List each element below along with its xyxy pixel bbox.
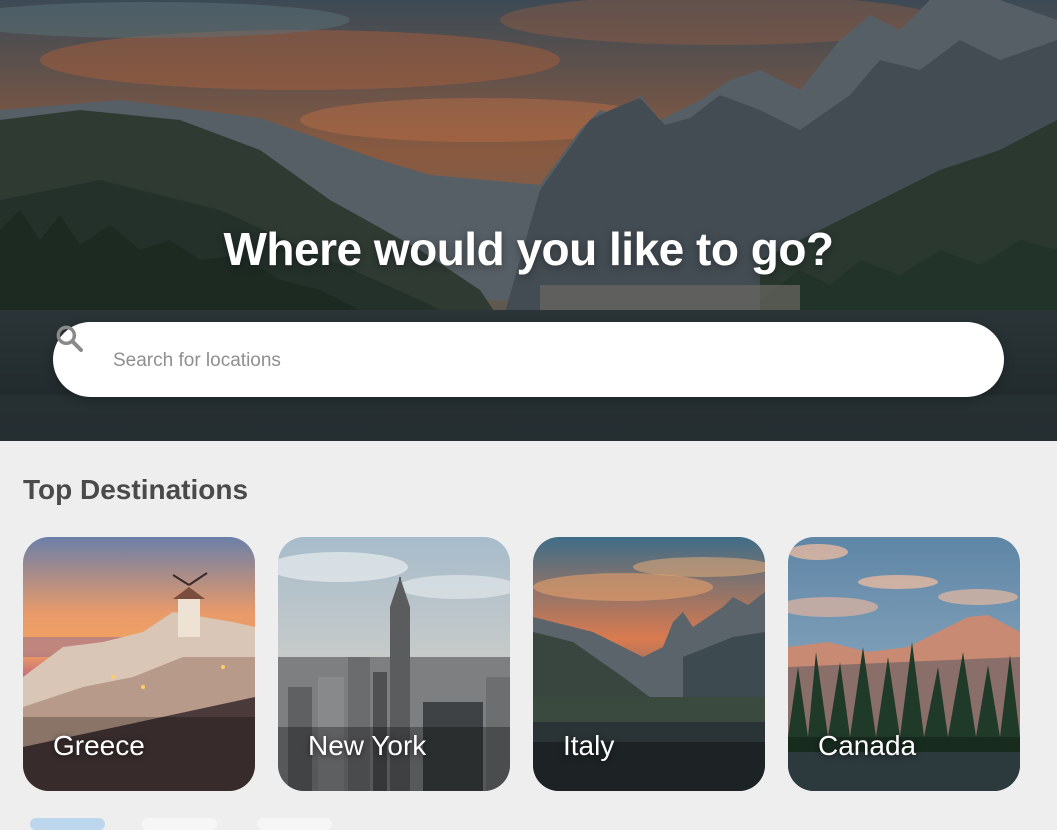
hero-banner: Where would you like to go? [0, 0, 1057, 441]
destination-card-canada[interactable]: Canada [788, 537, 1020, 791]
destination-card-new-york[interactable]: New York [278, 537, 510, 791]
search-icon [56, 325, 83, 352]
search-bar[interactable] [53, 322, 1004, 397]
destination-label: Greece [53, 730, 145, 761]
partial-chip[interactable] [257, 818, 332, 830]
destination-card-greece[interactable]: Greece [23, 537, 255, 791]
destination-label: Italy [563, 730, 615, 761]
partial-chip[interactable] [142, 818, 217, 830]
search-input[interactable] [111, 340, 975, 382]
destination-card-italy[interactable]: Italy [533, 537, 765, 791]
partial-chip[interactable] [30, 818, 105, 830]
section-title: Top Destinations [23, 474, 249, 505]
destination-label: Canada [818, 730, 917, 761]
hero-title: Where would you like to go? [223, 223, 834, 275]
destination-label: New York [308, 730, 427, 761]
